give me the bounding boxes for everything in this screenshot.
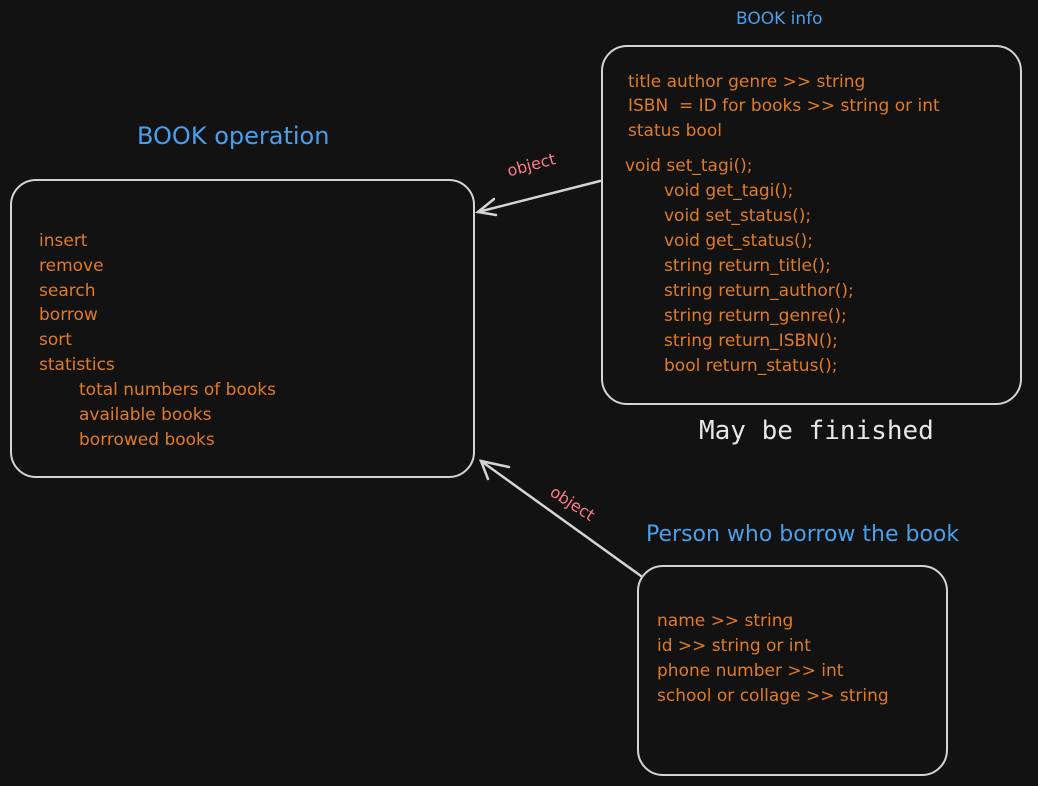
operation-subline: borrowed books [79, 430, 215, 450]
info-field: title author genre >> string [628, 72, 866, 92]
operation-line: sort [39, 330, 72, 350]
person-field: id >> string or int [657, 636, 811, 656]
person-field: name >> string [657, 611, 794, 631]
book-info-title: BOOK info [736, 9, 823, 29]
person-field: phone number >> int [657, 661, 844, 681]
person-box: name >> string id >> string or int phone… [637, 565, 948, 776]
operation-line: borrow [39, 305, 98, 325]
info-method: void set_tagi(); [625, 156, 753, 176]
operation-line: search [39, 281, 96, 301]
book-info-note: May be finished [699, 416, 934, 446]
book-info-box: title author genre >> string ISBN = ID f… [601, 45, 1022, 405]
operation-line: statistics [39, 355, 115, 375]
book-operation-title: BOOK operation [137, 122, 330, 150]
info-method: void get_tagi(); [664, 181, 794, 201]
person-title: Person who borrow the book [646, 522, 960, 547]
person-field: school or collage >> string [657, 686, 889, 706]
info-field: ISBN = ID for books >> string or int [628, 96, 940, 116]
operation-subline: available books [79, 405, 212, 425]
info-method: string return_ISBN(); [664, 331, 838, 351]
book-operation-box: insert remove search borrow sort statist… [10, 179, 475, 478]
operation-line: remove [39, 256, 104, 276]
arrow-info-to-operation [475, 179, 602, 217]
info-method: void get_status(); [664, 231, 814, 251]
info-field: status bool [628, 121, 722, 141]
info-method: string return_author(); [664, 281, 854, 301]
info-method: string return_title(); [664, 256, 831, 276]
info-method: bool return_status(); [664, 356, 838, 376]
operation-subline: total numbers of books [79, 380, 276, 400]
info-method: string return_genre(); [664, 306, 847, 326]
arrow-person-to-operation [478, 459, 643, 578]
info-method: void set_status(); [664, 206, 812, 226]
operation-line: insert [39, 231, 88, 251]
